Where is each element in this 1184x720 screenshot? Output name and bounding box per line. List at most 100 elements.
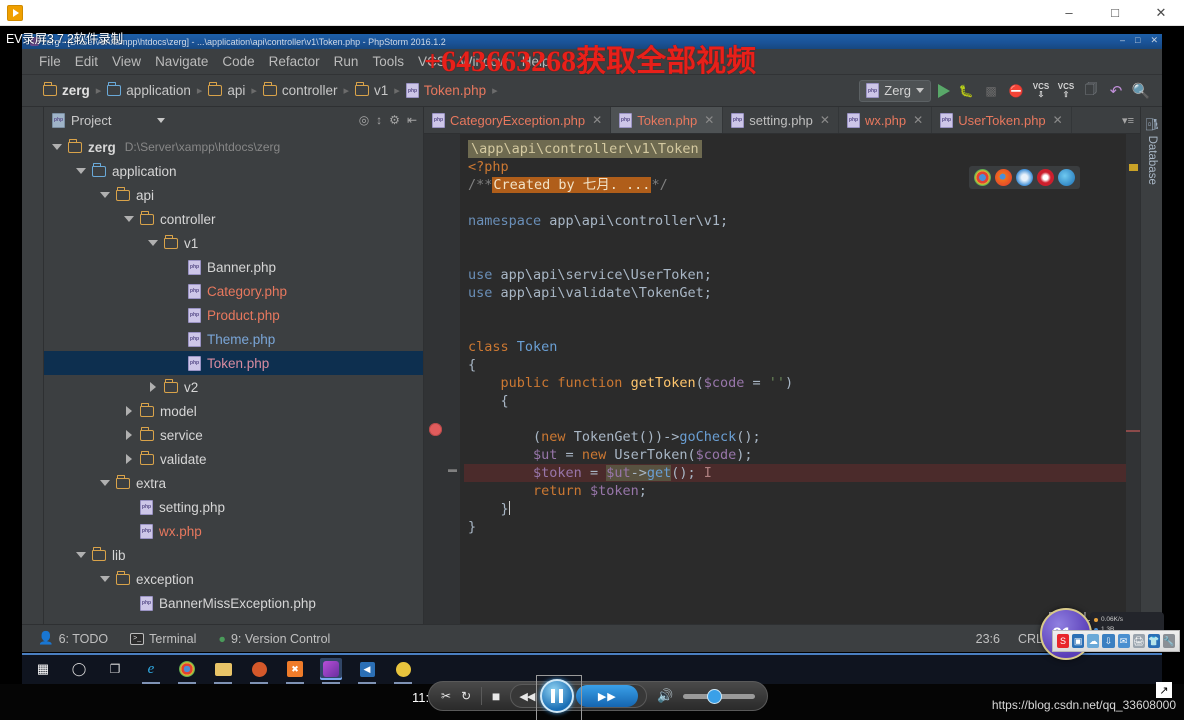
- chevron-down-icon[interactable]: [76, 166, 86, 176]
- tree-node[interactable]: validate: [44, 447, 423, 471]
- breadcrumb-application[interactable]: application: [102, 81, 196, 100]
- recorder-close-button[interactable]: ✕: [1138, 0, 1184, 26]
- editor-tab[interactable]: UserToken.php ✕: [932, 107, 1072, 133]
- nav-icon[interactable]: [248, 658, 270, 684]
- chevron-down-icon[interactable]: [100, 478, 110, 488]
- chrome-icon[interactable]: [974, 169, 991, 186]
- tree-node[interactable]: v1: [44, 231, 423, 255]
- chevron-right-icon[interactable]: [148, 382, 158, 392]
- tree-node[interactable]: extra: [44, 471, 423, 495]
- menu-file[interactable]: File: [32, 52, 68, 72]
- menu-navigate[interactable]: Navigate: [148, 52, 215, 72]
- chevron-down-icon[interactable]: [148, 238, 158, 248]
- tree-node[interactable]: controller: [44, 207, 423, 231]
- stop-button[interactable]: ■: [492, 688, 500, 704]
- chevron-right-icon[interactable]: [124, 454, 134, 464]
- vcs-update-icon[interactable]: VCS ⇩: [1032, 82, 1050, 100]
- recorder-maximize-button[interactable]: □: [1092, 0, 1138, 26]
- run-icon[interactable]: [938, 83, 950, 98]
- project-file-tree[interactable]: zerg D:\Server\xampp\htdocs\zerg applicati…: [44, 133, 423, 624]
- status-version-control[interactable]: ● 9: Version Control: [218, 632, 330, 646]
- shirt-icon[interactable]: 👕: [1147, 634, 1160, 648]
- menu-edit[interactable]: Edit: [68, 52, 105, 72]
- xampp-icon[interactable]: ✖: [284, 658, 306, 684]
- close-icon[interactable]: ✕: [592, 113, 602, 127]
- tree-node[interactable]: v2: [44, 375, 423, 399]
- cortana-icon[interactable]: ◯: [68, 658, 90, 680]
- status-terminal[interactable]: >_ Terminal: [130, 632, 196, 646]
- task-view-icon[interactable]: ❐: [104, 658, 126, 680]
- open-in-browser-toolbar[interactable]: [969, 166, 1080, 189]
- hide-icon[interactable]: ⇤: [407, 113, 417, 127]
- vscode-icon[interactable]: ◀: [356, 658, 378, 684]
- fast-forward-button[interactable]: ▶▶: [576, 685, 639, 707]
- chevron-down-icon[interactable]: [100, 190, 110, 200]
- breadcrumb-v1[interactable]: v1: [350, 81, 393, 100]
- editor-marker-bar[interactable]: [1126, 134, 1140, 624]
- breadcrumb-token-php[interactable]: Token.php: [401, 81, 491, 100]
- firefox-icon[interactable]: [995, 169, 1012, 186]
- recorder-minimize-button[interactable]: –: [1046, 0, 1092, 26]
- code-fold-icon[interactable]: ▬: [448, 464, 457, 474]
- pause-button[interactable]: [536, 675, 583, 720]
- chevron-down-icon[interactable]: [157, 117, 166, 123]
- loop-button[interactable]: ↻: [461, 689, 471, 703]
- menu-refactor[interactable]: Refactor: [262, 52, 327, 72]
- tree-node[interactable]: lib: [44, 543, 423, 567]
- chrome-icon[interactable]: [176, 658, 198, 684]
- breadcrumb-api[interactable]: api: [203, 81, 250, 100]
- tools-icon[interactable]: 🔧: [1162, 634, 1175, 648]
- editor-tabs-overflow[interactable]: ▾≡: [1116, 107, 1140, 133]
- settings-icon[interactable]: ⚙: [389, 113, 400, 127]
- status-todo[interactable]: 👤 6: TODO: [38, 631, 108, 646]
- tree-node[interactable]: Category.php: [44, 279, 423, 303]
- stop-profile-icon[interactable]: ⛔: [1007, 82, 1025, 100]
- breakpoint-marker[interactable]: [429, 423, 442, 436]
- screenshot-icon[interactable]: ▣: [1072, 634, 1085, 648]
- run-configuration-selector[interactable]: Zerg: [859, 79, 931, 102]
- expand-arrow-icon[interactable]: ↗: [1156, 682, 1172, 698]
- download-icon[interactable]: ⇩: [1102, 634, 1115, 648]
- sidebar-item-database[interactable]: 🗃 Database: [1143, 113, 1161, 189]
- error-stripe[interactable]: [1126, 430, 1140, 432]
- chevron-down-icon[interactable]: [124, 214, 134, 224]
- chevron-right-icon[interactable]: [124, 406, 134, 416]
- chevron-down-icon[interactable]: [76, 550, 86, 560]
- chevron-down-icon[interactable]: [100, 574, 110, 584]
- editor-tab[interactable]: CategoryException.php ✕: [424, 107, 612, 133]
- close-icon[interactable]: ✕: [1053, 113, 1063, 127]
- editor-tab[interactable]: Token.php ✕: [611, 107, 724, 133]
- vcs-commit-icon[interactable]: VCS ⇧: [1057, 82, 1075, 100]
- rewind-button[interactable]: ◀◀: [519, 690, 535, 703]
- menu-tools[interactable]: Tools: [365, 52, 411, 72]
- coverage-icon[interactable]: ▩: [982, 82, 1000, 100]
- close-icon[interactable]: ✕: [913, 113, 923, 127]
- tree-node[interactable]: Product.php: [44, 303, 423, 327]
- printer-icon[interactable]: 🖨: [1132, 634, 1145, 648]
- cut-button[interactable]: ✂: [441, 689, 451, 703]
- close-icon[interactable]: ✕: [820, 113, 830, 127]
- tree-node[interactable]: application: [44, 159, 423, 183]
- tree-node[interactable]: Token.php: [44, 351, 423, 375]
- undo-icon[interactable]: ↶: [1107, 82, 1125, 100]
- ide-close-button[interactable]: ✕: [1150, 35, 1158, 46]
- editor-gutter[interactable]: ▬: [424, 134, 460, 624]
- menu-view[interactable]: View: [105, 52, 148, 72]
- ide-minimize-button[interactable]: –: [1120, 35, 1125, 46]
- tree-node[interactable]: zerg D:\Server\xampp\htdocs\zerg: [44, 135, 423, 159]
- cloud-icon[interactable]: ☁: [1087, 634, 1100, 648]
- windows-start-icon[interactable]: ▦: [32, 658, 54, 680]
- tree-node[interactable]: Banner.php: [44, 255, 423, 279]
- tree-node[interactable]: model: [44, 399, 423, 423]
- sogou-icon[interactable]: S: [1057, 634, 1070, 648]
- tree-node[interactable]: BannerMissException.php: [44, 591, 423, 615]
- search-everywhere-icon[interactable]: 🔍: [1132, 82, 1151, 100]
- warning-stripe[interactable]: [1129, 164, 1138, 171]
- menu-code[interactable]: Code: [215, 52, 261, 72]
- tree-node[interactable]: exception: [44, 567, 423, 591]
- code-content[interactable]: \app\api\controller\v1\Token <?php /**Cr…: [460, 134, 1126, 624]
- opera-icon[interactable]: [1037, 169, 1054, 186]
- collapse-all-icon[interactable]: ↕: [376, 113, 382, 127]
- volume-slider[interactable]: [683, 688, 755, 704]
- close-icon[interactable]: ✕: [704, 113, 714, 127]
